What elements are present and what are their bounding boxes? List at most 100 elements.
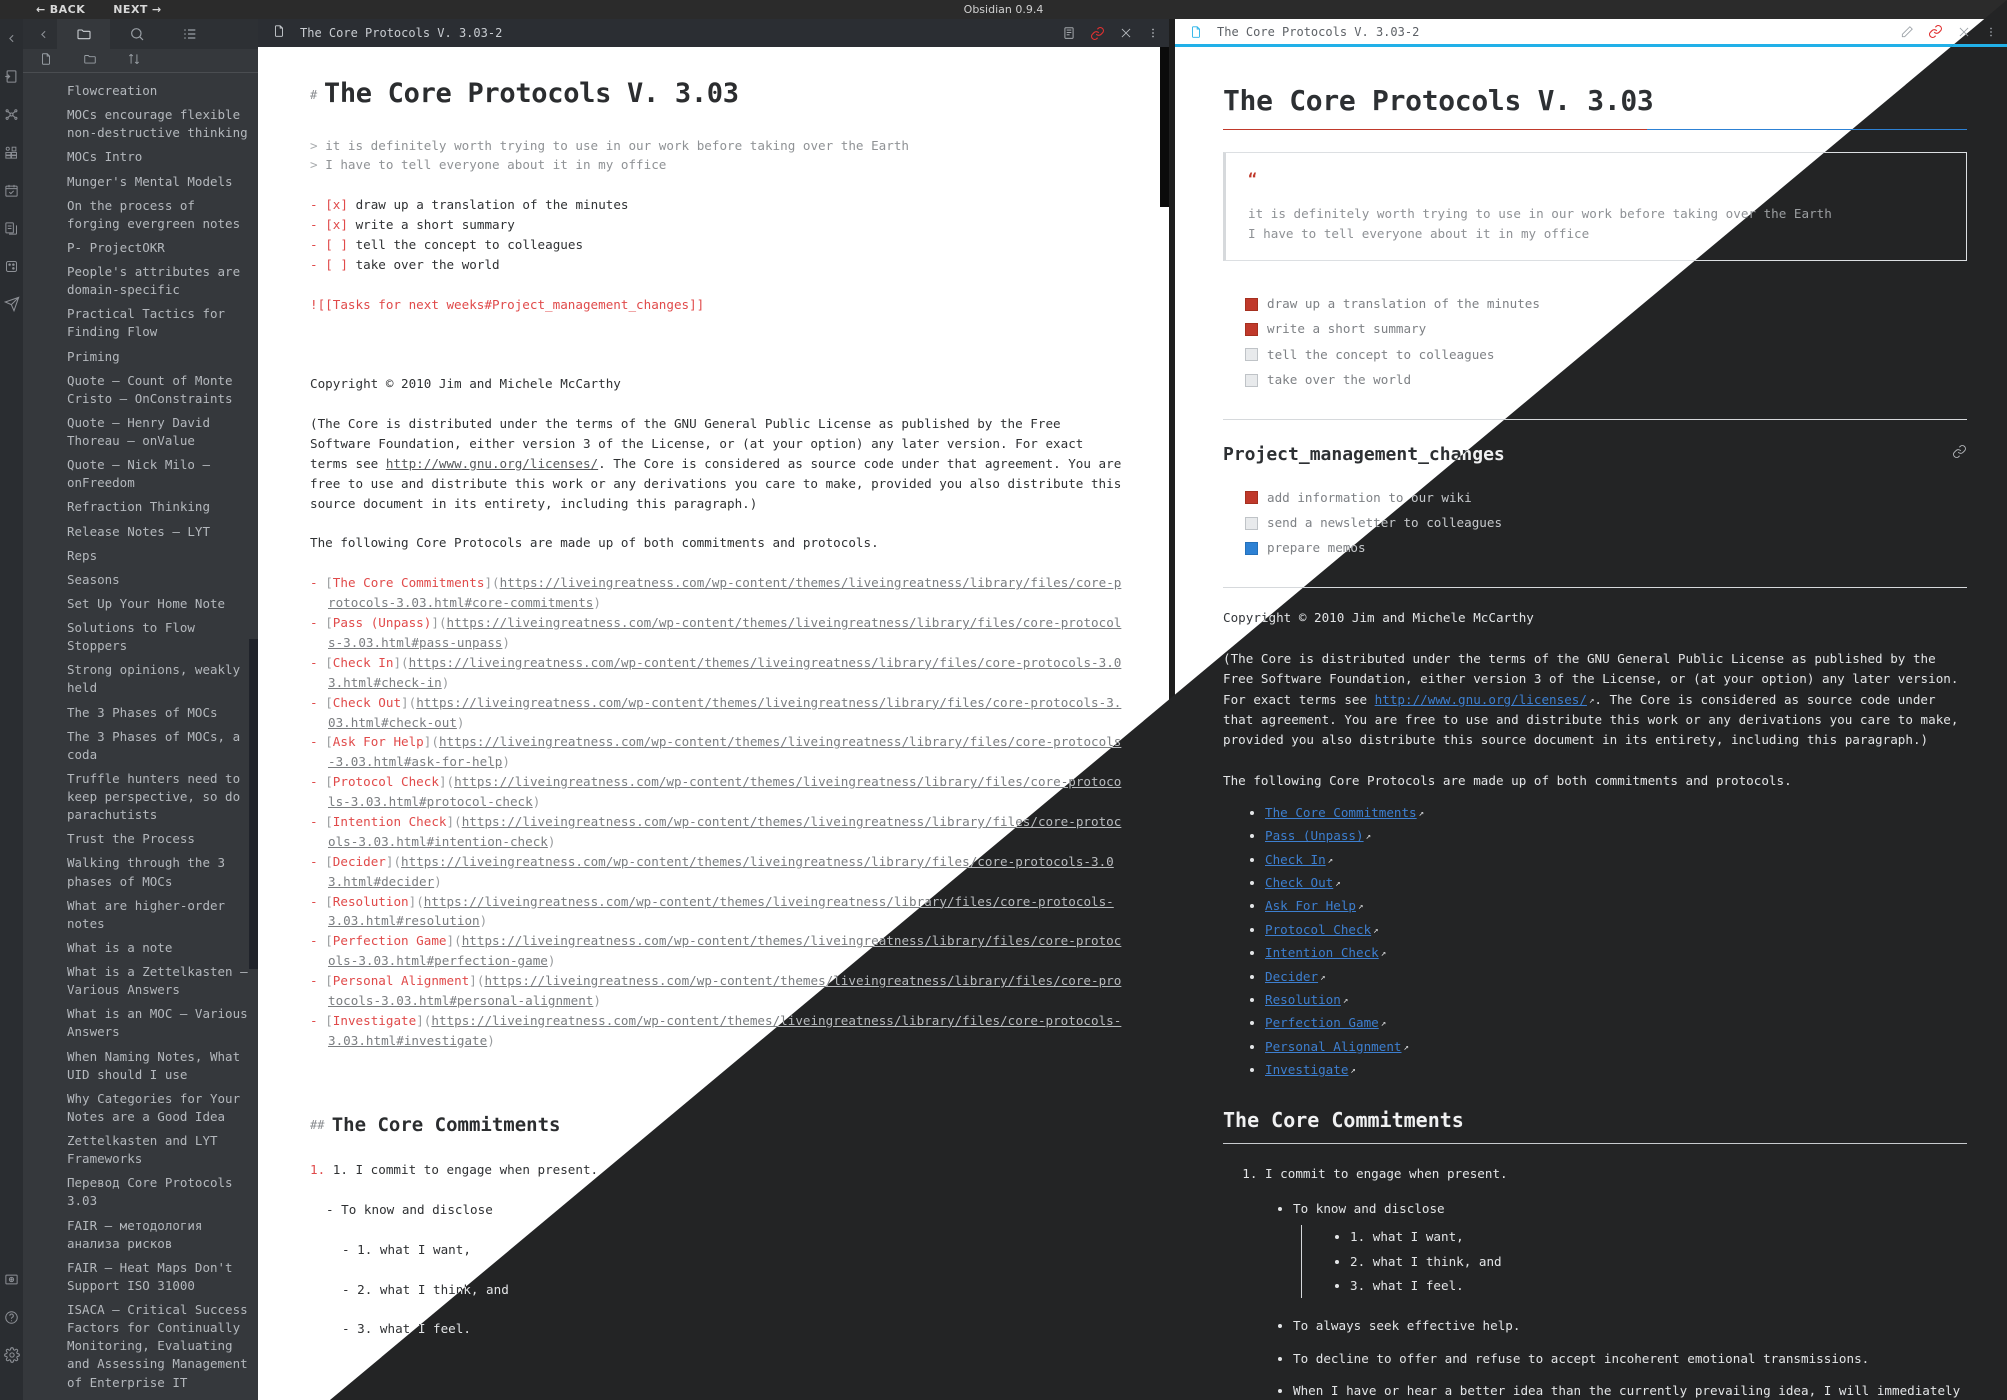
checkbox[interactable] <box>1245 373 1258 387</box>
editor-link-line[interactable]: - [Personal Alignment](https://liveingre… <box>310 971 1123 1011</box>
editor-task-list[interactable]: - [x] draw up a translation of the minut… <box>310 195 1123 275</box>
dashboard-grid-icon[interactable] <box>0 133 23 171</box>
close-icon[interactable] <box>1119 26 1133 40</box>
checkbox[interactable] <box>1245 348 1258 362</box>
preview-link-item[interactable]: Check Out↗ <box>1265 872 1967 895</box>
file-item[interactable]: Walking through the 3 phases of MOCs <box>23 851 258 893</box>
preview-link-item[interactable]: Decider↗ <box>1265 965 1967 988</box>
preview-task-item[interactable]: draw up a translation of the minutes <box>1223 291 1967 316</box>
file-item[interactable]: Set Up Your Home Note <box>23 592 258 616</box>
protocol-link[interactable]: Intention Check <box>1265 945 1379 960</box>
more-options-icon[interactable] <box>1985 25 1997 39</box>
help-icon[interactable] <box>0 1298 23 1336</box>
editor-link-line[interactable]: - [Protocol Check](https://liveingreatne… <box>310 772 1123 812</box>
preview-link-item[interactable]: Personal Alignment↗ <box>1265 1035 1967 1058</box>
sidebar-back-icon[interactable] <box>29 19 57 49</box>
file-item[interactable]: The 3 Phases of MOCs <box>23 701 258 725</box>
protocol-link[interactable]: Check Out <box>1265 875 1333 890</box>
editor-link-line[interactable]: - [Ask For Help](https://liveingreatness… <box>310 732 1123 772</box>
file-item[interactable]: Quote – Nick Milo – onFreedom <box>23 453 258 495</box>
file-item[interactable]: ISACA – Critical Success Factors for Con… <box>23 1298 258 1395</box>
link-icon[interactable] <box>1090 26 1105 41</box>
file-item[interactable]: Release Notes – LYT <box>23 520 258 544</box>
collapse-sidebar-icon[interactable] <box>0 19 23 57</box>
editor-link-line[interactable]: - [Intention Check](https://liveingreatn… <box>310 812 1123 852</box>
link-url[interactable]: https://liveingreatness.com/wp-content/t… <box>328 695 1121 730</box>
protocol-link[interactable]: Protocol Check <box>1265 922 1371 937</box>
file-item[interactable]: Why Categories for Your Notes are a Good… <box>23 1087 258 1129</box>
checkbox[interactable] <box>1245 491 1258 505</box>
file-item[interactable]: Trust the Process <box>23 827 258 851</box>
editor-link-line[interactable]: - [Pass (Unpass)](https://liveingreatnes… <box>310 613 1123 653</box>
preview-link-item[interactable]: Resolution↗ <box>1265 989 1967 1012</box>
more-options-icon[interactable] <box>1147 26 1159 40</box>
protocol-link[interactable]: Check In <box>1265 852 1326 867</box>
vault-icon[interactable] <box>0 1260 23 1298</box>
link-icon[interactable] <box>1928 24 1943 39</box>
gnu-license-link[interactable]: http://www.gnu.org/licenses/ <box>386 456 598 471</box>
checkbox[interactable] <box>1245 542 1258 556</box>
preview-task-item[interactable]: send a newsletter to colleagues <box>1223 511 1967 536</box>
file-item[interactable]: Reps <box>23 544 258 568</box>
preview-link-item[interactable]: Pass (Unpass)↗ <box>1265 825 1967 848</box>
protocol-link[interactable]: Ask For Help <box>1265 898 1356 913</box>
file-item[interactable]: Strong opinions, weakly held <box>23 658 258 700</box>
editor-protocol-links[interactable]: - [The Core Commitments](https://liveing… <box>310 573 1123 1050</box>
file-item[interactable]: Flowcreation <box>23 79 258 103</box>
editor-task-item[interactable]: - [x] draw up a translation of the minut… <box>310 195 1123 215</box>
note-import-icon[interactable] <box>0 57 23 95</box>
editor-link-line[interactable]: - [Decider](https://liveingreatness.com/… <box>310 852 1123 892</box>
file-item[interactable]: People's attributes are domain-specific <box>23 260 258 302</box>
file-item[interactable]: Seasons <box>23 568 258 592</box>
protocol-link[interactable]: Personal Alignment <box>1265 1039 1401 1054</box>
protocol-link[interactable]: The Core Commitments <box>1265 805 1417 820</box>
preview-link-item[interactable]: The Core Commitments↗ <box>1265 801 1967 824</box>
tab-starred[interactable] <box>163 19 216 49</box>
file-item[interactable]: Quote – Count of Monte Cristo – OnConstr… <box>23 369 258 411</box>
editor-link-line[interactable]: - [The Core Commitments](https://liveing… <box>310 573 1123 613</box>
outline-icon[interactable] <box>1062 26 1076 40</box>
link-url[interactable]: https://liveingreatness.com/wp-content/t… <box>328 854 1114 889</box>
editor-link-line[interactable]: - [Check In](https://liveingreatness.com… <box>310 653 1123 693</box>
file-item[interactable]: FAIR – Heat Maps Don't Support ISO 31000 <box>23 1256 258 1298</box>
file-item[interactable]: Solutions to Flow Stoppers <box>23 616 258 658</box>
graph-view-icon[interactable] <box>0 95 23 133</box>
preview-protocol-links[interactable]: The Core Commitments↗Pass (Unpass)↗Check… <box>1223 801 1967 1082</box>
file-item[interactable]: Refraction Thinking <box>23 495 258 519</box>
random-note-icon[interactable] <box>0 247 23 285</box>
editor-task-item[interactable]: - [ ] tell the concept to colleagues <box>310 235 1123 255</box>
preview-task-item[interactable]: tell the concept to colleagues <box>1223 342 1967 367</box>
editor-embed-line[interactable]: ![[Tasks for next weeks#Project_manageme… <box>310 295 1123 315</box>
file-item[interactable]: On the process of forging evergreen note… <box>23 194 258 236</box>
editor-content[interactable]: # The Core Protocols V. 3.03 > it is def… <box>258 47 1169 1400</box>
editor-link-line[interactable]: - [Perfection Game](https://liveingreatn… <box>310 931 1123 971</box>
preview-content[interactable]: The Core Protocols V. 3.03 “ it is defin… <box>1175 50 2007 1400</box>
editor-link-line[interactable]: - [Check Out](https://liveingreatness.co… <box>310 693 1123 733</box>
tab-files[interactable] <box>57 19 110 49</box>
new-note-icon[interactable] <box>39 51 53 70</box>
file-list[interactable]: Flowcreation MOCs encourage flexible non-… <box>23 75 258 1400</box>
editor-scrollbar[interactable] <box>1160 47 1169 207</box>
heading-anchor-link-icon[interactable] <box>1952 444 1967 465</box>
link-url[interactable]: https://liveingreatness.com/wp-content/t… <box>328 734 1121 769</box>
checkbox[interactable] <box>1245 516 1258 530</box>
copy-files-icon[interactable] <box>0 209 23 247</box>
file-item[interactable]: What is a note <box>23 936 258 960</box>
calendar-icon[interactable] <box>0 171 23 209</box>
gnu-license-link[interactable]: http://www.gnu.org/licenses/ <box>1375 692 1587 707</box>
preview-link-item[interactable]: Check In↗ <box>1265 848 1967 871</box>
protocol-link[interactable]: Pass (Unpass) <box>1265 828 1364 843</box>
file-item[interactable]: Practical Tactics for Finding Flow <box>23 302 258 344</box>
close-icon[interactable] <box>1957 25 1971 39</box>
file-item[interactable]: Truffle hunters need to keep perspective… <box>23 767 258 827</box>
preview-task-list[interactable]: draw up a translation of the minutes writ… <box>1223 291 1967 393</box>
file-item[interactable]: MOCs encourage flexible non-destructive … <box>23 103 258 145</box>
file-item[interactable]: MOCs Intro <box>23 145 258 169</box>
checkbox[interactable] <box>1245 297 1258 311</box>
file-item[interactable]: Priming <box>23 345 258 369</box>
preview-link-item[interactable]: Ask For Help↗ <box>1265 895 1967 918</box>
sort-icon[interactable] <box>127 51 141 70</box>
protocol-link[interactable]: Investigate <box>1265 1062 1348 1077</box>
link-url[interactable]: https://liveingreatness.com/wp-content/t… <box>328 894 1114 929</box>
preview-tab-title[interactable]: The Core Protocols V. 3.03-2 <box>1217 25 1900 39</box>
